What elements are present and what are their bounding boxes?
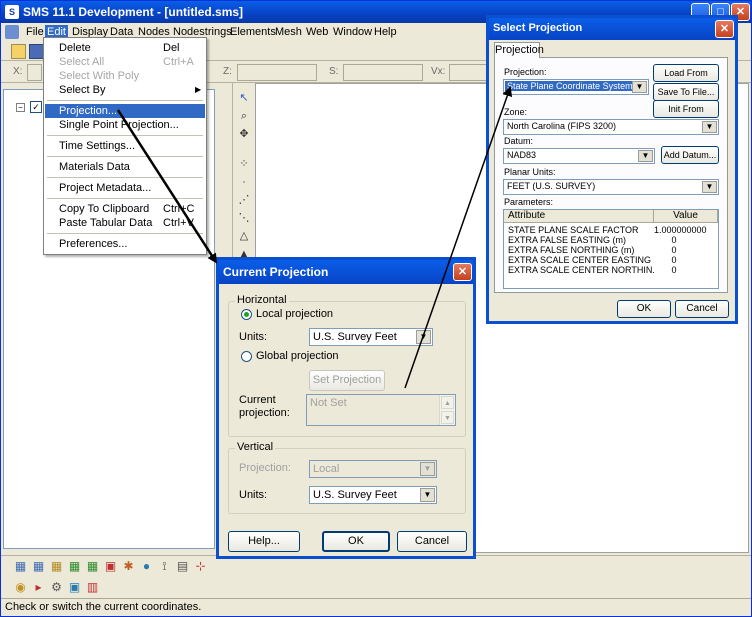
annotation-arrows bbox=[116, 86, 513, 389]
arrow-to-select-projection bbox=[404, 86, 513, 389]
arrow-to-current-projection bbox=[116, 109, 218, 264]
